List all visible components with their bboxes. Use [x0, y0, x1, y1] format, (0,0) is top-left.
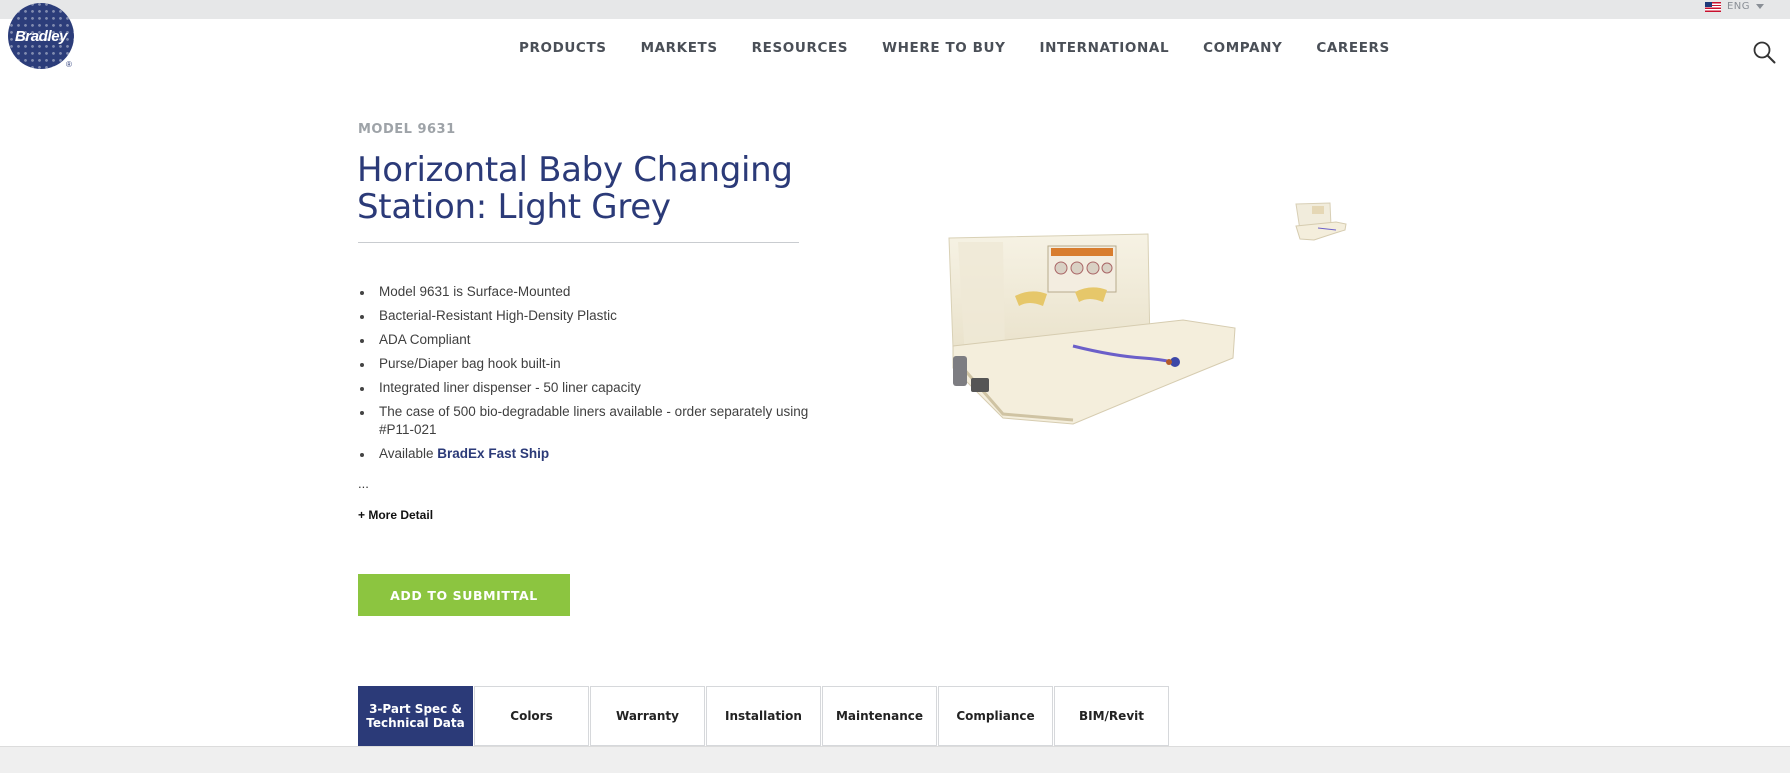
nav-where-to-buy[interactable]: WHERE TO BUY: [882, 40, 1005, 56]
language-selector[interactable]: ENG: [1704, 1, 1764, 12]
product-tabs: 3-Part Spec & Technical Data Colors Warr…: [358, 686, 1170, 746]
main-nav: PRODUCTS MARKETS RESOURCES WHERE TO BUY …: [519, 40, 1424, 56]
nav-company[interactable]: COMPANY: [1203, 40, 1282, 56]
nav-resources[interactable]: RESOURCES: [752, 40, 848, 56]
caret-down-icon: [1756, 4, 1764, 9]
language-label: ENG: [1726, 1, 1750, 12]
bradley-logo[interactable]: Bradley: [8, 3, 74, 69]
product-image: [948, 233, 1236, 425]
add-to-submittal-button[interactable]: ADD TO SUBMITTAL: [358, 574, 570, 616]
tab-bim-revit[interactable]: BIM/Revit: [1054, 686, 1169, 746]
top-utility-bar: ENG: [0, 0, 1790, 19]
logo-text: Bradley: [14, 27, 68, 45]
feature-item: Model 9631 is Surface-Mounted: [358, 283, 838, 301]
nav-international[interactable]: INTERNATIONAL: [1039, 40, 1169, 56]
feature-item: The case of 500 bio-degradable liners av…: [358, 403, 838, 439]
search-icon[interactable]: [1752, 40, 1776, 64]
tab-spec-technical-data[interactable]: 3-Part Spec & Technical Data: [358, 686, 473, 746]
tab-warranty[interactable]: Warranty: [590, 686, 705, 746]
feature-item: ADA Compliant: [358, 331, 838, 349]
ellipsis: ...: [358, 476, 369, 491]
nav-markets[interactable]: MARKETS: [641, 40, 718, 56]
more-detail-link[interactable]: + More Detail: [358, 508, 433, 522]
feature-item-availability: Available BradEx Fast Ship: [358, 445, 838, 463]
feature-item: Bacterial-Resistant High-Density Plastic: [358, 307, 838, 325]
tab-maintenance[interactable]: Maintenance: [822, 686, 937, 746]
nav-careers[interactable]: CAREERS: [1316, 40, 1390, 56]
nav-products[interactable]: PRODUCTS: [519, 40, 607, 56]
product-thumbnail[interactable]: [1290, 200, 1352, 244]
model-number: MODEL 9631: [358, 122, 456, 137]
tab-compliance[interactable]: Compliance: [938, 686, 1053, 746]
availability-prefix: Available: [379, 446, 438, 461]
tab-content-band: [0, 746, 1790, 773]
bradex-fast-ship-link[interactable]: BradEx Fast Ship: [437, 446, 549, 461]
tab-installation[interactable]: Installation: [706, 686, 821, 746]
product-title: Horizontal Baby Changing Station: Light …: [357, 150, 793, 227]
feature-item: Purse/Diaper bag hook built-in: [358, 355, 838, 373]
feature-item: Integrated liner dispenser - 50 liner ca…: [358, 379, 838, 397]
title-divider: [358, 242, 799, 243]
us-flag-icon: [1704, 1, 1721, 12]
tab-colors[interactable]: Colors: [474, 686, 589, 746]
feature-list: Model 9631 is Surface-Mounted Bacterial-…: [358, 283, 838, 469]
registered-mark: ®: [66, 60, 72, 69]
